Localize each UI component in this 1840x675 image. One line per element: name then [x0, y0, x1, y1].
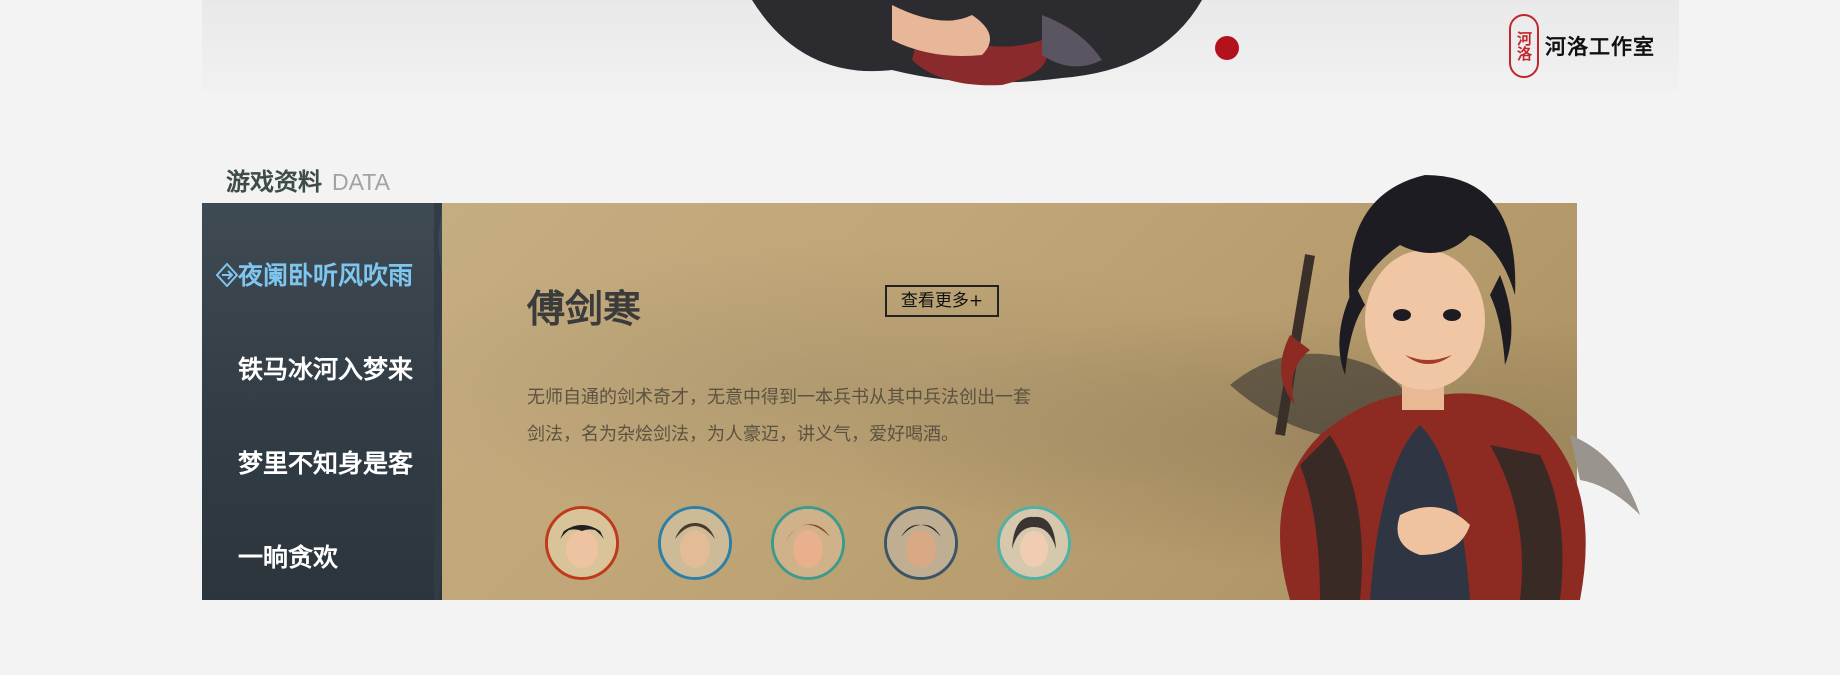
- character-avatar-list: [545, 506, 1071, 580]
- character-avatar-3[interactable]: [771, 506, 845, 580]
- diamond-arrow-icon: [216, 263, 238, 287]
- character-avatar-5[interactable]: [997, 506, 1071, 580]
- character-description: 无师自通的剑术奇才，无意中得到一本兵书从其中兵法创出一套 剑法，名为杂烩剑法，为…: [527, 379, 1047, 453]
- section-title-en: DATA: [332, 169, 390, 195]
- section-title: 游戏资料 DATA: [226, 162, 390, 197]
- studio-name: 河洛工作室: [1545, 34, 1655, 59]
- avatar-portrait-icon: [774, 509, 842, 577]
- character-avatar-2[interactable]: [658, 506, 732, 580]
- carousel-dot-indicator[interactable]: [1215, 36, 1239, 60]
- avatar-portrait-icon: [887, 509, 955, 577]
- top-banner: 河洛 河洛工作室: [202, 0, 1679, 91]
- menu-item-chapter-3[interactable]: 梦里不知身是客: [238, 444, 413, 480]
- description-line-2: 剑法，名为杂烩剑法，为人豪迈，讲义气，爱好喝酒。: [527, 424, 959, 445]
- description-line-1: 无师自通的剑术奇才，无意中得到一本兵书从其中兵法创出一套: [527, 387, 1031, 408]
- banner-character-art: [752, 0, 1202, 86]
- studio-logo: 河洛 河洛工作室: [1509, 14, 1655, 78]
- avatar-portrait-icon: [548, 509, 616, 577]
- menu-item-chapter-4[interactable]: 一晌贪欢: [238, 538, 338, 574]
- avatar-portrait-icon: [1000, 509, 1068, 577]
- avatar-portrait-icon: [661, 509, 729, 577]
- character-avatar-1[interactable]: [545, 506, 619, 580]
- section-title-cn: 游戏资料: [226, 168, 322, 196]
- chapter-menu: 夜阑卧听风吹雨 铁马冰河入梦来 梦里不知身是客 一晌贪欢: [202, 203, 444, 600]
- view-more-button[interactable]: 查看更多+: [885, 285, 999, 317]
- menu-item-chapter-1[interactable]: 夜阑卧听风吹雨: [238, 256, 413, 292]
- studio-seal-icon: 河洛: [1509, 14, 1539, 78]
- menu-item-chapter-2[interactable]: 铁马冰河入梦来: [238, 350, 413, 386]
- character-hero-art: [1230, 175, 1640, 600]
- character-name: 傅剑寒: [527, 287, 642, 331]
- character-avatar-4[interactable]: [884, 506, 958, 580]
